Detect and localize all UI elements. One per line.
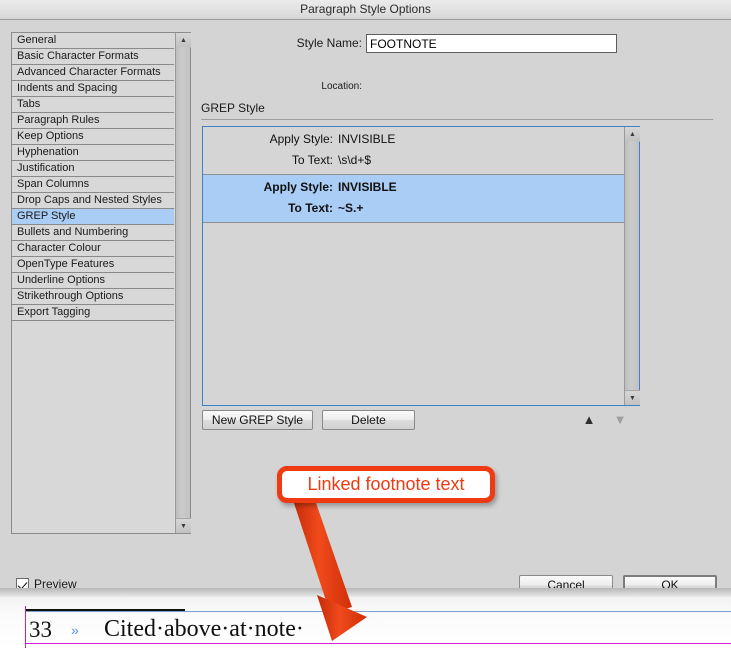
sidebar-item-strikethrough-options[interactable]: Strikethrough Options (12, 289, 174, 305)
section-divider (201, 119, 713, 120)
sidebar-item-label: Paragraph Rules (17, 114, 100, 126)
sidebar-item-label: Export Tagging (17, 306, 91, 318)
grep-apply-style-value[interactable]: INVISIBLE (338, 132, 395, 146)
sidebar-item-grep-style[interactable]: GREP Style (12, 209, 174, 225)
new-grep-style-button[interactable]: New GREP Style (202, 410, 313, 430)
tab-marker-icon: » (71, 622, 79, 638)
sidebar-item-indents-and-spacing[interactable]: Indents and Spacing (12, 81, 174, 97)
grep-apply-style-value[interactable]: INVISIBLE (338, 180, 397, 194)
sidebar-item-label: Justification (17, 162, 75, 174)
sidebar-item-label: Span Columns (17, 178, 90, 190)
grep-list-scrollbar[interactable]: ▲ ▼ (624, 127, 640, 405)
category-list-scrollbar[interactable]: ▲ ▼ (175, 33, 191, 533)
sidebar-item-advanced-character-formats[interactable]: Advanced Character Formats (12, 65, 174, 81)
grep-to-text-value[interactable]: ~S.+ (338, 201, 363, 215)
text-frame-left-edge (25, 606, 26, 648)
scroll-down-arrow-icon[interactable]: ▼ (176, 518, 191, 533)
grep-to-text-line: To Text: ~S.+ (203, 201, 624, 215)
grep-to-text-line: To Text: \s\d+$ (203, 153, 624, 167)
style-name-label: Style Name: (296, 36, 362, 50)
document-top-shadow (0, 588, 731, 597)
sidebar-item-label: Strikethrough Options (17, 290, 124, 302)
grep-to-text-label: To Text: (288, 201, 333, 215)
grep-apply-style-line: Apply Style: INVISIBLE (203, 132, 624, 146)
sidebar-item-keep-options[interactable]: Keep Options (12, 129, 174, 145)
grep-to-text-label: To Text: (291, 153, 333, 167)
sidebar-item-export-tagging[interactable]: Export Tagging (12, 305, 174, 321)
sidebar-item-label: Bullets and Numbering (17, 226, 129, 238)
category-list-panel: General Basic Character Formats Advanced C… (11, 32, 191, 534)
grep-style-row[interactable]: Apply Style: INVISIBLE To Text: ~S.+ (203, 175, 624, 223)
grep-style-list-panel: Apply Style: INVISIBLE To Text: \s\d+$ Apply… (202, 126, 640, 406)
sidebar-item-label: OpenType Features (17, 258, 115, 270)
style-name-input[interactable] (366, 34, 617, 53)
sidebar-item-drop-caps-and-nested-styles[interactable]: Drop Caps and Nested Styles (12, 193, 174, 209)
baseline-guide (25, 643, 731, 644)
sidebar-item-paragraph-rules[interactable]: Paragraph Rules (12, 113, 174, 129)
sidebar-item-tabs[interactable]: Tabs (12, 97, 174, 113)
sidebar-item-character-colour[interactable]: Character Colour (12, 241, 174, 257)
document-page: 33 » Cited·above·at·note· (0, 597, 731, 648)
scroll-up-arrow-icon[interactable]: ▲ (625, 127, 640, 142)
annotation-callout: Linked footnote text (277, 466, 495, 503)
location-label: Location: (321, 81, 362, 92)
sidebar-item-underline-options[interactable]: Underline Options (12, 273, 174, 289)
window-title: Paragraph Style Options (300, 2, 431, 16)
sidebar-item-label: Basic Character Formats (17, 50, 139, 62)
sidebar-item-label: Indents and Spacing (17, 82, 118, 94)
sidebar-item-general[interactable]: General (12, 33, 174, 49)
category-list[interactable]: General Basic Character Formats Advanced C… (12, 33, 174, 533)
sidebar-item-basic-character-formats[interactable]: Basic Character Formats (12, 49, 174, 65)
grep-apply-style-label: Apply Style: (263, 180, 333, 194)
scrollbar-track[interactable] (625, 141, 639, 391)
grep-style-row[interactable]: Apply Style: INVISIBLE To Text: \s\d+$ (203, 127, 624, 175)
sidebar-item-label: Advanced Character Formats (17, 66, 161, 78)
annotation-callout-text: Linked footnote text (307, 474, 465, 494)
delete-grep-style-button[interactable]: Delete (322, 410, 415, 430)
grep-section-title: GREP Style (201, 101, 265, 115)
move-up-icon[interactable]: ▲ (580, 411, 598, 429)
footnote-number: 33 (29, 617, 52, 642)
footnote-text: Cited·above·at·note· (104, 616, 304, 642)
sidebar-item-opentype-features[interactable]: OpenType Features (12, 257, 174, 273)
footnote-separator-rule (25, 609, 185, 611)
sidebar-item-span-columns[interactable]: Span Columns (12, 177, 174, 193)
scroll-up-arrow-icon[interactable]: ▲ (176, 33, 191, 48)
move-down-icon[interactable]: ▼ (611, 411, 629, 429)
grep-apply-style-label: Apply Style: (269, 132, 333, 146)
sidebar-item-label: Keep Options (17, 130, 84, 142)
scrollbar-track[interactable] (176, 47, 190, 519)
sidebar-item-label: Drop Caps and Nested Styles (17, 194, 162, 206)
document-preview-strip: 33 » Cited·above·at·note· (0, 588, 731, 648)
sidebar-item-label: Character Colour (17, 242, 101, 254)
sidebar-item-label: Hyphenation (17, 146, 79, 158)
sidebar-item-label: GREP Style (17, 210, 76, 222)
sidebar-item-label: Underline Options (17, 274, 106, 286)
grep-to-text-value[interactable]: \s\d+$ (338, 153, 371, 167)
sidebar-item-justification[interactable]: Justification (12, 161, 174, 177)
text-frame-line (25, 611, 731, 612)
grep-style-list[interactable]: Apply Style: INVISIBLE To Text: \s\d+$ Apply… (203, 127, 624, 405)
scroll-down-arrow-icon[interactable]: ▼ (625, 390, 640, 405)
grep-apply-style-line: Apply Style: INVISIBLE (203, 180, 624, 194)
window-titlebar: Paragraph Style Options (0, 0, 731, 20)
paragraph-style-options-dialog: Paragraph Style Options General Basic Cha… (0, 0, 731, 648)
sidebar-item-label: Tabs (17, 98, 41, 110)
sidebar-item-label: General (17, 34, 57, 46)
sidebar-item-hyphenation[interactable]: Hyphenation (12, 145, 174, 161)
sidebar-item-bullets-and-numbering[interactable]: Bullets and Numbering (12, 225, 174, 241)
